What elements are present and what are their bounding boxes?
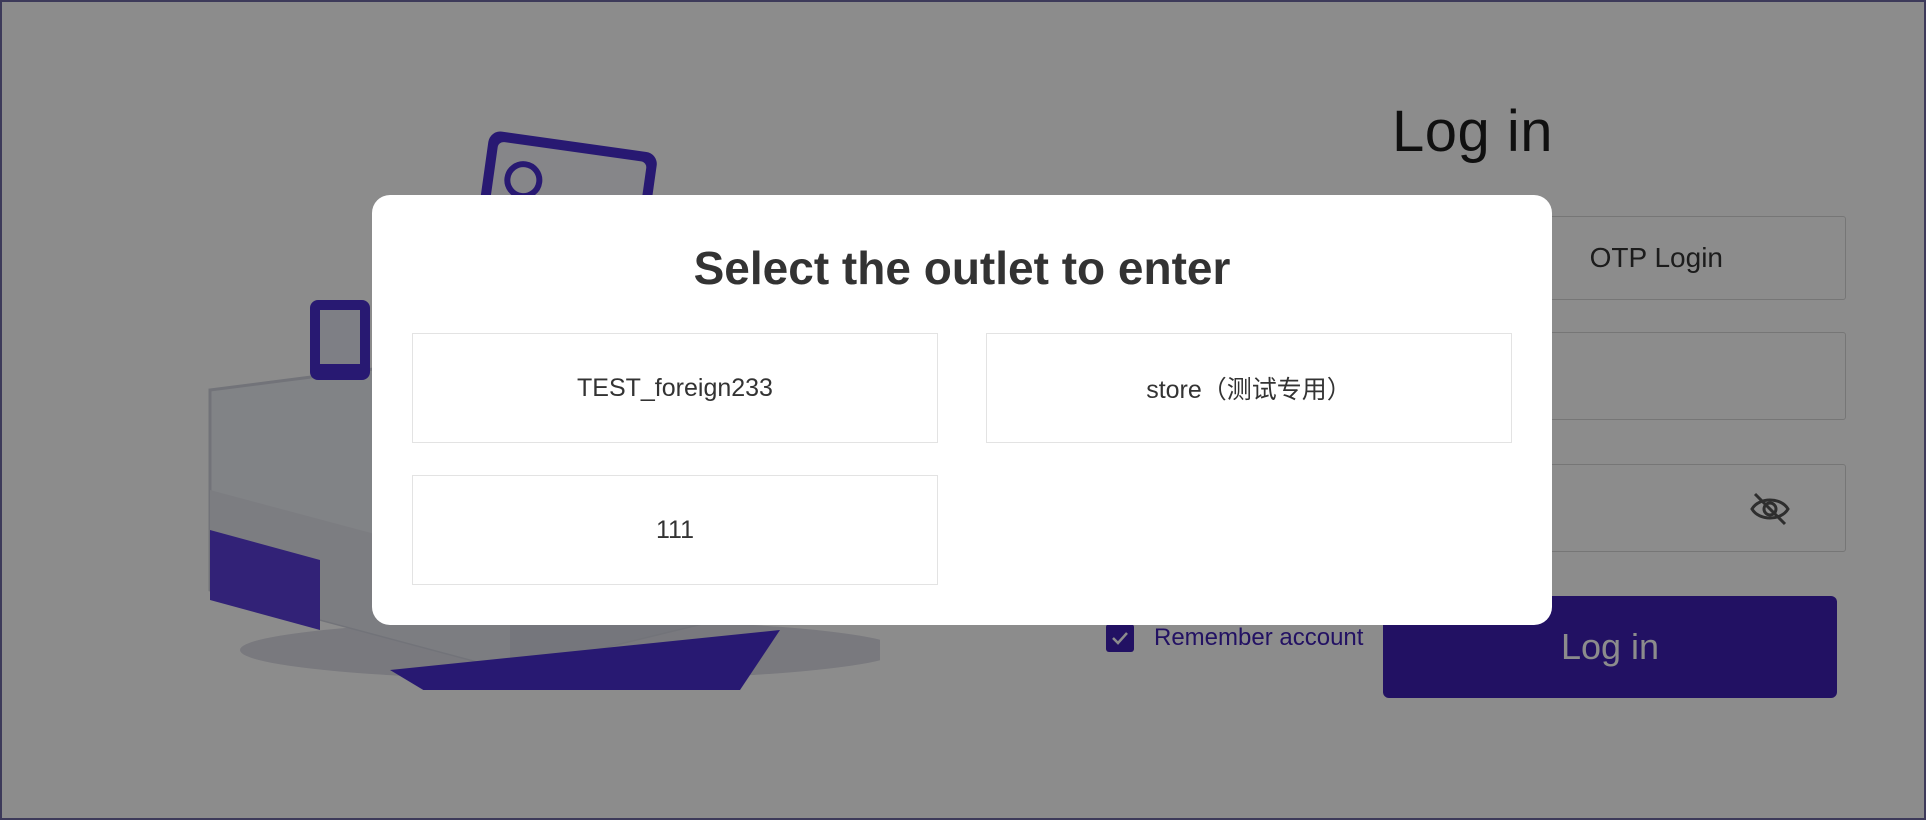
outlet-option-label: store（测试专用） <box>1146 376 1352 404</box>
outlet-option-label: TEST_foreign233 <box>577 373 773 402</box>
outlet-option[interactable]: TEST_foreign233 <box>412 333 938 443</box>
outlet-option-label: 111 <box>655 515 694 544</box>
outlet-option[interactable]: 111 <box>412 475 938 585</box>
outlet-option[interactable]: store（测试专用） <box>986 333 1512 443</box>
modal-title: Select the outlet to enter <box>693 242 1231 294</box>
outlet-select-modal: Select the outlet to enter TEST_foreign2… <box>372 195 1552 625</box>
